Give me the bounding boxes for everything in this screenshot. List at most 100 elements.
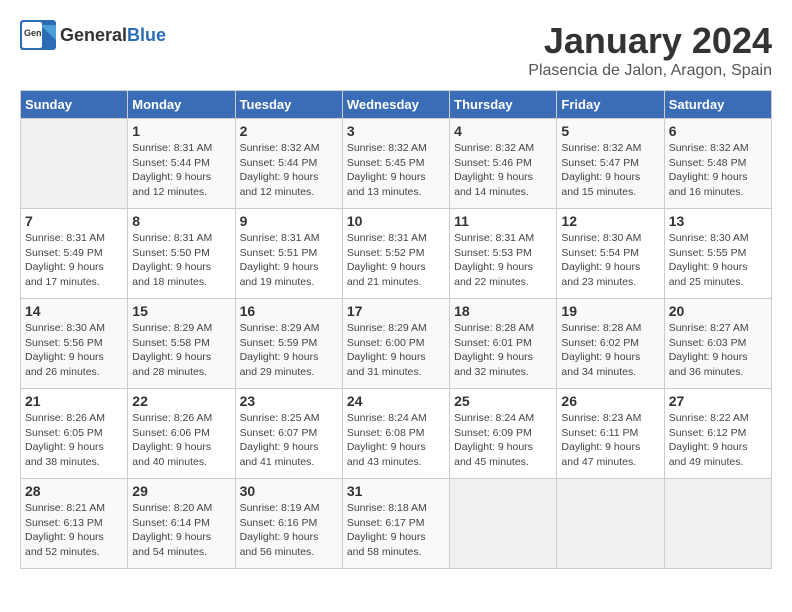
calendar-cell	[557, 479, 664, 569]
calendar-cell: 27 Sunrise: 8:22 AMSunset: 6:12 PMDayligh…	[664, 389, 771, 479]
day-info: Sunrise: 8:31 AMSunset: 5:49 PMDaylight:…	[25, 231, 123, 290]
day-number: 16	[240, 303, 338, 319]
week-row-1: 7 Sunrise: 8:31 AMSunset: 5:49 PMDaylight…	[21, 209, 772, 299]
calendar-cell: 13 Sunrise: 8:30 AMSunset: 5:55 PMDayligh…	[664, 209, 771, 299]
day-info: Sunrise: 8:29 AMSunset: 6:00 PMDaylight:…	[347, 321, 445, 380]
logo-blue: Blue	[127, 25, 166, 45]
day-info: Sunrise: 8:31 AMSunset: 5:51 PMDaylight:…	[240, 231, 338, 290]
day-info: Sunrise: 8:30 AMSunset: 5:55 PMDaylight:…	[669, 231, 767, 290]
day-number: 17	[347, 303, 445, 319]
day-info: Sunrise: 8:28 AMSunset: 6:01 PMDaylight:…	[454, 321, 552, 380]
day-info: Sunrise: 8:32 AMSunset: 5:44 PMDaylight:…	[240, 141, 338, 200]
calendar-cell: 8 Sunrise: 8:31 AMSunset: 5:50 PMDaylight…	[128, 209, 235, 299]
day-number: 31	[347, 483, 445, 499]
logo: Gen GeneralBlue	[20, 20, 166, 50]
day-info: Sunrise: 8:22 AMSunset: 6:12 PMDaylight:…	[669, 411, 767, 470]
day-number: 30	[240, 483, 338, 499]
calendar-cell: 31Sunrise: 8:18 AMSunset: 6:17 PMDayligh…	[342, 479, 449, 569]
calendar-cell: 4Sunrise: 8:32 AMSunset: 5:46 PMDaylight…	[450, 119, 557, 209]
day-number: 10	[347, 213, 445, 229]
calendar-cell: 23Sunrise: 8:25 AMSunset: 6:07 PMDayligh…	[235, 389, 342, 479]
calendar-cell: 29 Sunrise: 8:20 AMSunset: 6:14 PMDayligh…	[128, 479, 235, 569]
day-info: Sunrise: 8:32 AMSunset: 5:47 PMDaylight:…	[561, 141, 659, 200]
day-number: 24	[347, 393, 445, 409]
day-number: 18	[454, 303, 552, 319]
day-header-saturday: Saturday	[664, 91, 771, 119]
week-row-2: 14Sunrise: 8:30 AMSunset: 5:56 PMDayligh…	[21, 299, 772, 389]
day-number: 11	[454, 213, 552, 229]
calendar-cell: 22 Sunrise: 8:26 AMSunset: 6:06 PMDayligh…	[128, 389, 235, 479]
logo-icon: Gen	[20, 20, 56, 50]
calendar-cell: 24Sunrise: 8:24 AMSunset: 6:08 PMDayligh…	[342, 389, 449, 479]
day-number: 5	[561, 123, 659, 139]
day-number: 29	[132, 483, 230, 499]
day-header-sunday: Sunday	[21, 91, 128, 119]
day-info: Sunrise: 8:31 AMSunset: 5:52 PMDaylight:…	[347, 231, 445, 290]
calendar-cell: 21 Sunrise: 8:26 AMSunset: 6:05 PMDayligh…	[21, 389, 128, 479]
day-header-friday: Friday	[557, 91, 664, 119]
day-header-tuesday: Tuesday	[235, 91, 342, 119]
month-title: January 2024	[528, 20, 772, 62]
day-info: Sunrise: 8:19 AMSunset: 6:16 PMDaylight:…	[240, 501, 338, 560]
logo-text: GeneralBlue	[60, 25, 166, 46]
day-number: 14	[25, 303, 123, 319]
day-number: 7	[25, 213, 123, 229]
calendar-cell: 20 Sunrise: 8:27 AMSunset: 6:03 PMDayligh…	[664, 299, 771, 389]
day-info: Sunrise: 8:29 AMSunset: 5:59 PMDaylight:…	[240, 321, 338, 380]
day-info: Sunrise: 8:31 AMSunset: 5:44 PMDaylight:…	[132, 141, 230, 200]
day-info: Sunrise: 8:24 AMSunset: 6:09 PMDaylight:…	[454, 411, 552, 470]
calendar-cell: 25Sunrise: 8:24 AMSunset: 6:09 PMDayligh…	[450, 389, 557, 479]
day-info: Sunrise: 8:28 AMSunset: 6:02 PMDaylight:…	[561, 321, 659, 380]
week-row-4: 28Sunrise: 8:21 AMSunset: 6:13 PMDayligh…	[21, 479, 772, 569]
day-info: Sunrise: 8:32 AMSunset: 5:46 PMDaylight:…	[454, 141, 552, 200]
week-row-0: 1 Sunrise: 8:31 AMSunset: 5:44 PMDaylight…	[21, 119, 772, 209]
calendar-cell: 11 Sunrise: 8:31 AMSunset: 5:53 PMDayligh…	[450, 209, 557, 299]
day-number: 22	[132, 393, 230, 409]
calendar-cell: 6Sunrise: 8:32 AMSunset: 5:48 PMDaylight…	[664, 119, 771, 209]
day-number: 9	[240, 213, 338, 229]
calendar-cell: 7 Sunrise: 8:31 AMSunset: 5:49 PMDaylight…	[21, 209, 128, 299]
day-info: Sunrise: 8:31 AMSunset: 5:53 PMDaylight:…	[454, 231, 552, 290]
day-number: 19	[561, 303, 659, 319]
day-info: Sunrise: 8:25 AMSunset: 6:07 PMDaylight:…	[240, 411, 338, 470]
day-number: 3	[347, 123, 445, 139]
day-info: Sunrise: 8:20 AMSunset: 6:14 PMDaylight:…	[132, 501, 230, 560]
calendar-cell: 19 Sunrise: 8:28 AMSunset: 6:02 PMDayligh…	[557, 299, 664, 389]
location-title: Plasencia de Jalon, Aragon, Spain	[528, 62, 772, 80]
day-number: 8	[132, 213, 230, 229]
svg-text:Gen: Gen	[24, 28, 42, 38]
calendar-cell: 17 Sunrise: 8:29 AMSunset: 6:00 PMDayligh…	[342, 299, 449, 389]
day-number: 1	[132, 123, 230, 139]
day-header-wednesday: Wednesday	[342, 91, 449, 119]
day-info: Sunrise: 8:26 AMSunset: 6:05 PMDaylight:…	[25, 411, 123, 470]
day-number: 13	[669, 213, 767, 229]
day-header-monday: Monday	[128, 91, 235, 119]
calendar-cell: 28Sunrise: 8:21 AMSunset: 6:13 PMDayligh…	[21, 479, 128, 569]
day-number: 28	[25, 483, 123, 499]
day-info: Sunrise: 8:23 AMSunset: 6:11 PMDaylight:…	[561, 411, 659, 470]
day-number: 27	[669, 393, 767, 409]
logo-general: General	[60, 25, 127, 45]
week-row-3: 21 Sunrise: 8:26 AMSunset: 6:05 PMDayligh…	[21, 389, 772, 479]
calendar-cell: 15Sunrise: 8:29 AMSunset: 5:58 PMDayligh…	[128, 299, 235, 389]
day-number: 12	[561, 213, 659, 229]
day-number: 20	[669, 303, 767, 319]
day-info: Sunrise: 8:31 AMSunset: 5:50 PMDaylight:…	[132, 231, 230, 290]
day-number: 26	[561, 393, 659, 409]
calendar-cell: 3 Sunrise: 8:32 AMSunset: 5:45 PMDaylight…	[342, 119, 449, 209]
day-info: Sunrise: 8:30 AMSunset: 5:54 PMDaylight:…	[561, 231, 659, 290]
calendar-cell	[450, 479, 557, 569]
day-info: Sunrise: 8:26 AMSunset: 6:06 PMDaylight:…	[132, 411, 230, 470]
day-info: Sunrise: 8:27 AMSunset: 6:03 PMDaylight:…	[669, 321, 767, 380]
calendar-cell: 30 Sunrise: 8:19 AMSunset: 6:16 PMDayligh…	[235, 479, 342, 569]
calendar-cell: 14Sunrise: 8:30 AMSunset: 5:56 PMDayligh…	[21, 299, 128, 389]
calendar-cell	[664, 479, 771, 569]
calendar-cell: 1 Sunrise: 8:31 AMSunset: 5:44 PMDaylight…	[128, 119, 235, 209]
title-section: January 2024 Plasencia de Jalon, Aragon,…	[528, 20, 772, 80]
day-info: Sunrise: 8:29 AMSunset: 5:58 PMDaylight:…	[132, 321, 230, 380]
calendar-cell	[21, 119, 128, 209]
day-number: 21	[25, 393, 123, 409]
calendar-cell: 9 Sunrise: 8:31 AMSunset: 5:51 PMDaylight…	[235, 209, 342, 299]
day-info: Sunrise: 8:32 AMSunset: 5:45 PMDaylight:…	[347, 141, 445, 200]
day-number: 2	[240, 123, 338, 139]
